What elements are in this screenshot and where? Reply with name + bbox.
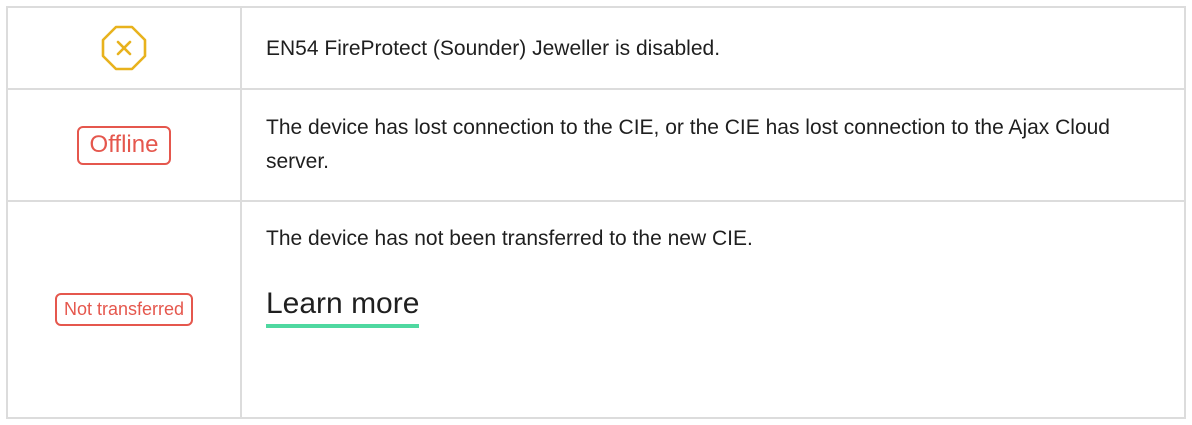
table-row: EN54 FireProtect (Sounder) Jeweller is d… xyxy=(8,8,1184,90)
icon-cell xyxy=(8,8,242,88)
row-text: The device has lost connection to the CI… xyxy=(266,116,1110,173)
octagon-x-icon xyxy=(100,24,148,72)
row-text: The device has not been transferred to t… xyxy=(266,227,753,250)
offline-badge: Offline xyxy=(76,125,172,165)
badge-cell: Not transferred xyxy=(8,202,242,417)
table-row: Offline The device has lost connection t… xyxy=(8,90,1184,202)
description-cell: EN54 FireProtect (Sounder) Jeweller is d… xyxy=(244,8,1184,88)
status-table: EN54 FireProtect (Sounder) Jeweller is d… xyxy=(6,6,1186,419)
description-cell: The device has not been transferred to t… xyxy=(244,202,1184,417)
not-transferred-badge: Not transferred xyxy=(54,293,194,326)
table-row: Not transferred The device has not been … xyxy=(8,202,1184,417)
row-text: EN54 FireProtect (Sounder) Jeweller is d… xyxy=(266,37,721,60)
description-cell: The device has lost connection to the CI… xyxy=(244,90,1184,200)
learn-more-link[interactable]: Learn more xyxy=(266,286,420,328)
badge-cell: Offline xyxy=(8,90,242,200)
